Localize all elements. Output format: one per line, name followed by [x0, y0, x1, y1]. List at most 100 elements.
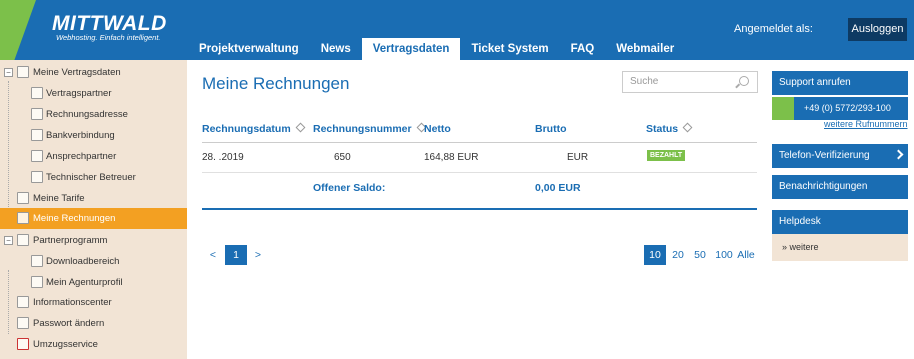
sidebar-item-label: Meine Vertragsdaten	[33, 67, 121, 78]
sidebar-item-rechnungsadresse[interactable]: Rechnungsadresse	[0, 104, 187, 125]
telefon-verifizierung-button[interactable]: Telefon-Verifizierung	[772, 144, 908, 168]
main-nav: Projektverwaltung News Vertragsdaten Tic…	[188, 38, 685, 60]
tab-faq[interactable]: FAQ	[560, 38, 606, 60]
benachrichtigungen-button[interactable]: Benachrichtigungen	[772, 175, 908, 199]
sidebar-item-label: Umzugsservice	[33, 339, 98, 350]
column-header-brutto: Brutto	[535, 123, 567, 135]
sidebar-item-umzugsservice[interactable]: Umzugsservice	[0, 334, 187, 355]
sidebar-item-meine-tarife[interactable]: Meine Tarife	[0, 188, 187, 209]
sidebar-item-bankverbindung[interactable]: Bankverbindung	[0, 125, 187, 146]
helpdesk-more-link[interactable]: » weitere	[772, 234, 908, 261]
sidebar-item-meine-rechnungen[interactable]: Meine Rechnungen	[0, 208, 187, 229]
page-size-100[interactable]: 100	[713, 245, 735, 265]
divider	[202, 142, 757, 143]
sidebar-item-label: Partnerprogramm	[33, 235, 108, 246]
sidebar-item-vertragspartner[interactable]: Vertragspartner	[0, 83, 187, 104]
sidebar-item-label: Technischer Betreuer	[46, 172, 136, 183]
cell-netto: 164,88 EUR	[424, 152, 479, 163]
info-icon	[17, 296, 29, 308]
column-label: Status	[646, 123, 679, 135]
partner-icon	[17, 234, 29, 246]
page-size-50[interactable]: 50	[691, 245, 709, 265]
page-size-10[interactable]: 10	[644, 245, 666, 265]
page-1-button[interactable]: 1	[225, 245, 247, 265]
top-bar: MITTWALD Webhosting. Einfach intelligent…	[0, 0, 914, 60]
sidebar-item-label: Informationscenter	[33, 297, 112, 308]
sort-icon[interactable]	[682, 122, 693, 133]
bank-icon	[31, 129, 43, 141]
column-header-status[interactable]: Status	[646, 122, 693, 135]
logo[interactable]: MITTWALD Webhosting. Einfach intelligent…	[52, 12, 167, 42]
saldo-value: 0,00 EUR	[535, 182, 581, 194]
collapse-icon[interactable]: −	[4, 236, 13, 245]
sidebar-item-label: Vertragspartner	[46, 88, 112, 99]
download-icon	[31, 255, 43, 267]
logo-name: MITTWALD	[52, 12, 167, 35]
tab-webmailer[interactable]: Webmailer	[605, 38, 685, 60]
phone-icon	[772, 97, 794, 120]
main-content: Meine Rechnungen Suche Rechnungsdatum Re…	[187, 60, 767, 359]
sidebar-item-technischer-betreuer[interactable]: Technischer Betreuer	[0, 167, 187, 188]
brand-stripe	[0, 0, 36, 60]
contract-icon	[31, 87, 43, 99]
logged-in-label: Angemeldet als:	[734, 23, 813, 35]
phone-number[interactable]: +49 (0) 5772/293-100	[772, 97, 908, 120]
cell-brutto: EUR	[567, 152, 589, 163]
column-header-rechnungsnummer[interactable]: Rechnungsnummer	[313, 122, 427, 135]
sidebar: − Meine Vertragsdaten Vertragspartner Re…	[0, 60, 187, 359]
support-title: Support anrufen	[772, 71, 908, 95]
more-numbers-link[interactable]: weitere Rufnummern	[824, 119, 908, 129]
sidebar-item-label: Mein Agenturprofil	[46, 277, 123, 288]
status-badge: BEZAHLT	[647, 150, 686, 161]
search-placeholder: Suche	[630, 76, 659, 87]
sidebar-item-downloadbereich[interactable]: Downloadbereich	[0, 251, 187, 272]
sort-icon[interactable]	[295, 122, 306, 133]
prev-page-button[interactable]: <	[207, 245, 219, 265]
phone-number-text: +49 (0) 5772/293-100	[804, 103, 891, 113]
divider	[202, 172, 757, 173]
sidebar-item-ansprechpartner[interactable]: Ansprechpartner	[0, 146, 187, 167]
tab-news[interactable]: News	[310, 38, 362, 60]
column-header-rechnungsdatum[interactable]: Rechnungsdatum	[202, 122, 306, 135]
document-icon	[17, 66, 29, 78]
column-label: Rechnungsdatum	[202, 123, 291, 135]
page-size-alle[interactable]: Alle	[736, 245, 756, 265]
sidebar-item-label: Bankverbindung	[46, 130, 115, 141]
invoice-icon	[17, 212, 29, 224]
telefon-verifizierung-label: Telefon-Verifizierung	[779, 150, 870, 161]
sidebar-item-label: Rechnungsadresse	[46, 109, 128, 120]
chevron-right-icon	[893, 149, 904, 160]
column-header-netto: Netto	[424, 123, 451, 135]
sidebar-item-passwort-aendern[interactable]: Passwort ändern	[0, 313, 187, 334]
collapse-icon[interactable]: −	[4, 68, 13, 77]
search-input[interactable]: Suche	[622, 71, 758, 93]
sidebar-item-label: Meine Tarife	[33, 193, 85, 204]
address-icon	[31, 108, 43, 120]
sidebar-item-label: Ansprechpartner	[46, 151, 117, 162]
search-icon[interactable]	[739, 76, 749, 86]
tab-projektverwaltung[interactable]: Projektverwaltung	[188, 38, 310, 60]
person-icon	[31, 150, 43, 162]
logout-button[interactable]: Ausloggen	[848, 18, 907, 41]
tab-vertragsdaten[interactable]: Vertragsdaten	[361, 38, 461, 60]
sidebar-item-partnerprogramm[interactable]: − Partnerprogramm	[0, 230, 187, 251]
cell-number: 650	[334, 152, 351, 163]
lock-icon	[17, 317, 29, 329]
calendar-icon	[17, 338, 29, 350]
page-title: Meine Rechnungen	[202, 74, 350, 93]
sidebar-item-label: Passwort ändern	[33, 318, 105, 329]
sidebar-item-label: Downloadbereich	[46, 256, 120, 267]
sidebar-item-label: Meine Rechnungen	[33, 213, 116, 224]
sidebar-item-mein-agenturprofil[interactable]: Mein Agenturprofil	[0, 272, 187, 293]
next-page-button[interactable]: >	[252, 245, 264, 265]
tab-ticket-system[interactable]: Ticket System	[460, 38, 559, 60]
sidebar-item-meine-vertragsdaten[interactable]: − Meine Vertragsdaten	[0, 62, 187, 83]
page-size-20[interactable]: 20	[669, 245, 687, 265]
tariff-icon	[17, 192, 29, 204]
sidebar-item-informationscenter[interactable]: Informationscenter	[0, 292, 187, 313]
technician-icon	[31, 171, 43, 183]
saldo-label: Offener Saldo:	[313, 182, 386, 194]
profile-icon	[31, 276, 43, 288]
table-bottom-border	[202, 208, 757, 210]
cell-date: 28. .2019	[202, 152, 244, 163]
